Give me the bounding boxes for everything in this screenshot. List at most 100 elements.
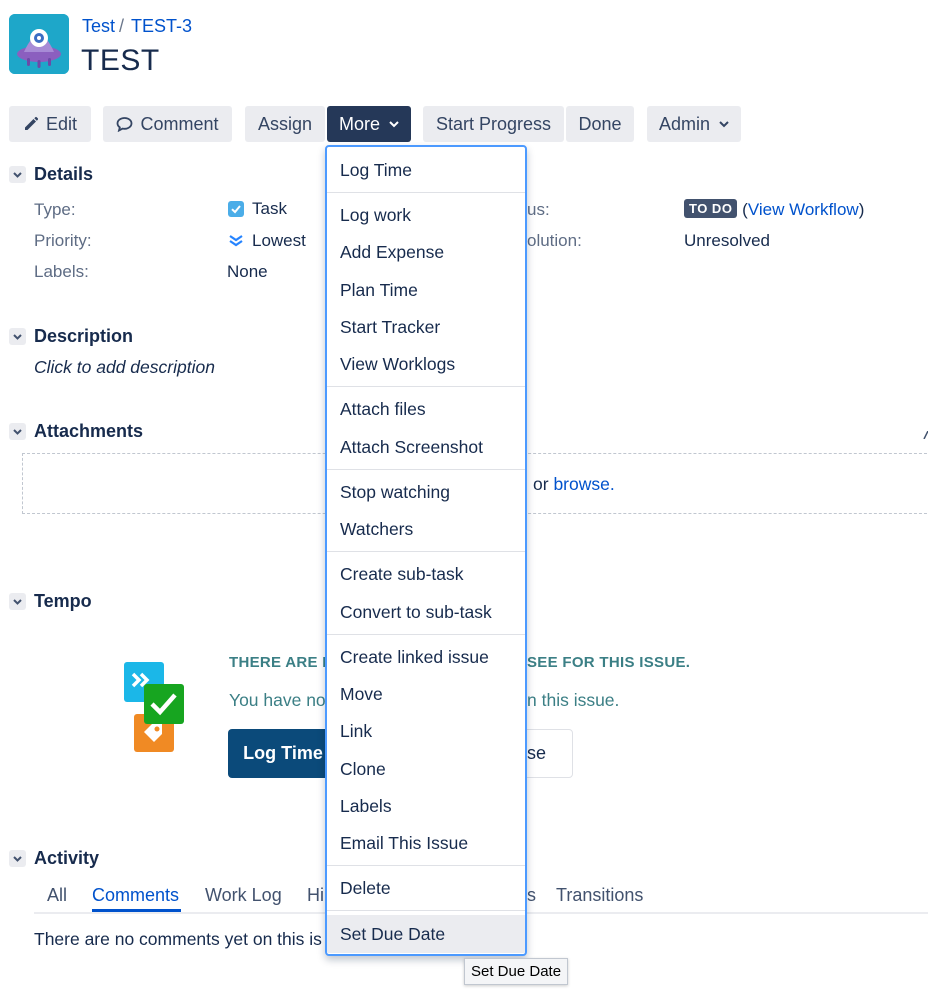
activity-section-header[interactable]: Activity: [9, 848, 99, 869]
chevron-down-icon: [719, 120, 729, 127]
type-value: Task: [228, 199, 287, 219]
menu-item-watchers[interactable]: Watchers: [327, 511, 525, 547]
menu-item-convert-to-sub-task[interactable]: Convert to sub-task: [327, 594, 525, 630]
description-placeholder[interactable]: Click to add description: [34, 357, 215, 378]
menu-separator: [327, 910, 525, 911]
menu-separator: [327, 634, 525, 635]
collapse-toggle-icon[interactable]: [9, 423, 26, 440]
description-heading: Description: [34, 326, 134, 346]
resolution-value: Unresolved: [684, 231, 770, 250]
edit-button[interactable]: Edit: [9, 106, 91, 142]
menu-item-clone[interactable]: Clone: [327, 751, 525, 787]
labels-label: Labels:: [34, 262, 89, 281]
tempo-illustration: [122, 662, 186, 754]
menu-item-link[interactable]: Link: [327, 713, 525, 749]
dropzone-or: or: [533, 474, 549, 494]
chevron-down-icon: [389, 120, 399, 127]
tab-all[interactable]: All: [47, 885, 67, 906]
labels-value[interactable]: None: [227, 262, 268, 282]
breadcrumb-issue-link[interactable]: TEST-3: [131, 16, 192, 36]
menu-separator: [327, 865, 525, 866]
menu-item-delete[interactable]: Delete: [327, 870, 525, 906]
tempo-section-header[interactable]: Tempo: [9, 591, 92, 612]
active-tab-indicator: [92, 909, 181, 912]
tempo-logo-icon: [124, 662, 184, 752]
attachments-section-header[interactable]: Attachments: [9, 421, 143, 442]
tab-comments[interactable]: Comments: [92, 885, 179, 906]
type-label: Type:: [34, 200, 76, 219]
comment-button[interactable]: Comment: [103, 106, 232, 142]
view-workflow-link[interactable]: View Workflow: [748, 200, 859, 219]
comment-button-label: Comment: [140, 113, 219, 134]
menu-separator: [327, 551, 525, 552]
menu-item-create-sub-task[interactable]: Create sub-task: [327, 556, 525, 592]
details-heading: Details: [34, 164, 94, 184]
menu-item-log-work[interactable]: Log work: [327, 197, 525, 233]
tempo-sub-right: n this issue.: [527, 690, 620, 710]
menu-item-attach-files[interactable]: Attach files: [327, 391, 525, 427]
more-dropdown-menu: Log Time Log work Add Expense Plan Time …: [325, 145, 527, 956]
menu-item-email-this-issue[interactable]: Email This Issue: [327, 825, 525, 861]
activity-heading: Activity: [34, 848, 100, 868]
status-lozenge: TO DO: [684, 199, 738, 218]
tempo-heading: Tempo: [34, 591, 92, 611]
more-button[interactable]: More: [327, 106, 411, 142]
no-comments-text: There are no comments yet on this is: [34, 929, 322, 949]
collapse-toggle-icon[interactable]: [9, 593, 26, 610]
status-label: us:: [527, 200, 550, 219]
tab-transitions[interactable]: Transitions: [556, 885, 643, 906]
workflow-close-paren: ): [858, 200, 865, 219]
start-progress-button[interactable]: Start Progress: [423, 106, 564, 142]
ufo-icon: [9, 14, 69, 74]
menu-item-stop-watching[interactable]: Stop watching: [327, 474, 525, 510]
status-value: TO DO (View Workflow): [684, 199, 864, 220]
issue-title[interactable]: TEST: [81, 44, 160, 78]
menu-item-set-due-date[interactable]: Set Due Date: [327, 915, 525, 953]
menu-item-start-tracker[interactable]: Start Tracker: [327, 309, 525, 345]
breadcrumb: Test / TEST-3: [82, 16, 192, 37]
tempo-notice-right: SEE FOR THIS ISSUE.: [527, 654, 691, 671]
tempo-log-time-button[interactable]: Log Time: [228, 729, 338, 778]
description-section-header[interactable]: Description: [9, 326, 133, 347]
collapse-toggle-icon[interactable]: [9, 166, 26, 183]
tempo-sub-left: You have no: [229, 690, 326, 710]
tooltip: Set Due Date: [464, 958, 569, 985]
menu-item-create-linked-issue[interactable]: Create linked issue: [327, 639, 525, 675]
task-checkbox-icon: [228, 201, 244, 217]
admin-button[interactable]: Admin: [647, 106, 741, 142]
menu-item-add-expense[interactable]: Add Expense: [327, 234, 525, 270]
dropzone-text: or browse.: [533, 474, 615, 495]
priority-lowest-icon: [229, 235, 243, 247]
collapse-toggle-icon[interactable]: [9, 328, 26, 345]
breadcrumb-project-link[interactable]: Test: [82, 16, 115, 36]
menu-item-attach-screenshot[interactable]: Attach Screenshot: [327, 429, 525, 465]
menu-separator: [327, 192, 525, 193]
menu-item-plan-time[interactable]: Plan Time: [327, 272, 525, 308]
tab-activity[interactable]: s: [527, 885, 536, 906]
details-section-header[interactable]: Details: [9, 164, 93, 185]
edit-button-label: Edit: [45, 113, 78, 134]
priority-value-text: Lowest: [252, 231, 306, 250]
menu-item-labels[interactable]: Labels: [327, 788, 525, 824]
menu-item-move[interactable]: Move: [327, 676, 525, 712]
attachments-heading: Attachments: [34, 421, 144, 441]
tab-history[interactable]: Hi: [307, 885, 324, 906]
right-edge-fragment: [922, 424, 928, 440]
menu-item-log-time[interactable]: Log Time: [327, 152, 525, 188]
menu-separator: [327, 386, 525, 387]
assign-button[interactable]: Assign: [245, 106, 325, 142]
browse-link[interactable]: browse.: [553, 474, 614, 494]
assign-button-label: Assign: [257, 113, 313, 134]
tempo-notice-left: THERE ARE N: [229, 654, 334, 671]
priority-value: Lowest: [228, 231, 306, 251]
collapse-toggle-icon[interactable]: [9, 850, 26, 867]
project-avatar[interactable]: [9, 14, 69, 74]
resolution-label: olution:: [527, 231, 582, 250]
start-progress-button-label: Start Progress: [435, 113, 552, 134]
done-button[interactable]: Done: [566, 106, 634, 142]
menu-item-view-worklogs[interactable]: View Worklogs: [327, 346, 525, 382]
more-button-label: More: [338, 113, 380, 134]
breadcrumb-separator: /: [119, 16, 125, 36]
menu-separator: [327, 469, 525, 470]
tab-work-log[interactable]: Work Log: [205, 885, 282, 906]
